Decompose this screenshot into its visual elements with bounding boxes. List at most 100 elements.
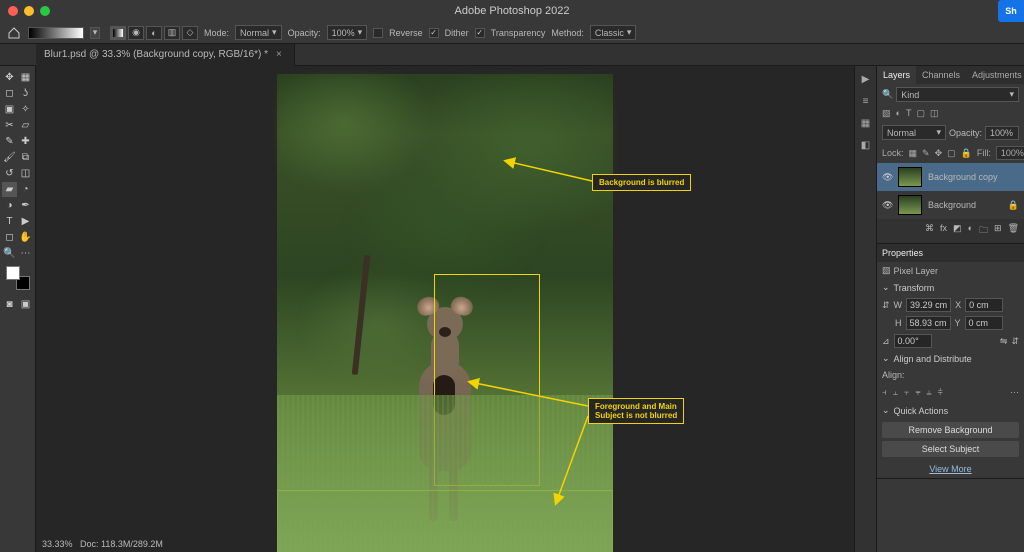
layer-filter-select[interactable]: Kind▾ (896, 87, 1019, 102)
flip-v-icon[interactable]: ⇵ (1011, 336, 1019, 347)
document-canvas[interactable] (277, 74, 613, 552)
h-input[interactable]: 58.93 cm (906, 316, 951, 330)
blend-mode-select[interactable]: Normal▾ (235, 25, 282, 40)
layer-name[interactable]: Background copy (928, 172, 998, 182)
align-top-icon[interactable]: ⫧ (915, 387, 920, 398)
gradient-radial-button[interactable]: ◉ (128, 26, 144, 40)
layer-opacity-select[interactable]: 100% (985, 126, 1019, 140)
hand-tool[interactable]: ✋ (18, 230, 33, 245)
crop-tool[interactable]: ✂ (2, 118, 17, 133)
foreground-swatch[interactable] (6, 266, 20, 280)
shape-tool[interactable]: ◻ (2, 230, 17, 245)
frame-tool[interactable]: ▱ (18, 118, 33, 133)
lock-pixels-icon[interactable]: ✎ (922, 148, 930, 159)
history-icon[interactable]: ≡ (859, 94, 873, 108)
layer-thumbnail[interactable] (898, 167, 922, 187)
transparency-check[interactable] (475, 28, 485, 38)
gradient-picker-button[interactable]: ▾ (90, 27, 100, 39)
visibility-icon[interactable]: 👁 (882, 172, 892, 183)
artboard-tool[interactable]: ▦ (18, 70, 33, 85)
swatches-icon[interactable]: ▦ (859, 116, 873, 130)
gradient-reflected-button[interactable]: ▥ (164, 26, 180, 40)
method-select[interactable]: Classic▾ (590, 25, 637, 40)
play-icon[interactable]: ▶ (859, 72, 873, 86)
fill-select[interactable]: 100% (996, 146, 1024, 160)
align-more-icon[interactable]: ⋯ (1010, 387, 1019, 398)
marquee-tool[interactable]: ◻ (2, 86, 17, 101)
lock-all-icon[interactable]: 🔒 (961, 148, 972, 159)
status-zoom[interactable]: 33.33% (42, 539, 73, 549)
filter-adjust-icon[interactable]: ◐ (896, 108, 901, 119)
align-vcenter-icon[interactable]: ⫨ (927, 387, 932, 398)
transform-section[interactable]: Transform (877, 279, 1024, 296)
eyedropper-tool[interactable]: ✎ (2, 134, 17, 149)
eraser-tool[interactable]: ◫ (18, 166, 33, 181)
mask-icon[interactable]: ◩ (953, 223, 962, 239)
screenmode-toggle[interactable]: ▣ (18, 297, 33, 312)
flip-h-icon[interactable]: ⇋ (1000, 336, 1008, 347)
lock-transparency-icon[interactable]: ▦ (909, 148, 918, 159)
gradient-preview[interactable] (28, 27, 84, 39)
gradient-angle-button[interactable]: ◐ (146, 26, 162, 40)
share-button[interactable]: Sh (998, 0, 1024, 22)
fx-icon[interactable]: fx (940, 223, 947, 239)
pen-tool[interactable]: ✒ (18, 198, 33, 213)
filter-type-icon[interactable]: T (906, 108, 912, 119)
gradient-diamond-button[interactable]: ◇ (182, 26, 198, 40)
layer-name[interactable]: Background (928, 200, 976, 210)
tab-channels[interactable]: Channels (916, 66, 966, 84)
quickmask-toggle[interactable]: ◙ (2, 297, 17, 312)
align-right-icon[interactable]: ⫟ (904, 387, 909, 398)
libraries-icon[interactable]: ◧ (859, 138, 873, 152)
select-subject-button[interactable]: Select Subject (882, 441, 1019, 457)
adjustment-icon[interactable]: ◐ (968, 223, 973, 239)
dodge-tool[interactable]: ◑ (2, 198, 17, 213)
dither-check[interactable] (429, 28, 439, 38)
layer-thumbnail[interactable] (898, 195, 922, 215)
delete-icon[interactable]: 🗑 (1008, 223, 1019, 239)
remove-background-button[interactable]: Remove Background (882, 422, 1019, 438)
y-input[interactable]: 0 cm (965, 316, 1003, 330)
link-layers-icon[interactable]: ⌘ (925, 223, 934, 239)
filter-pixel-icon[interactable]: ▧ (882, 108, 891, 119)
magic-wand-tool[interactable]: ✧ (18, 102, 33, 117)
maximize-window-button[interactable] (40, 6, 50, 16)
gradient-linear-button[interactable] (110, 26, 126, 40)
lock-position-icon[interactable]: ✥ (935, 148, 943, 159)
align-hcenter-icon[interactable]: ⫠ (893, 387, 898, 398)
layer-blend-select[interactable]: Normal▾ (882, 125, 946, 140)
filter-smart-icon[interactable]: ◫ (930, 108, 939, 119)
opacity-select[interactable]: 100%▾ (327, 25, 368, 40)
filter-shape-icon[interactable]: ▢ (916, 108, 925, 119)
blur-tool[interactable]: ◔ (18, 182, 33, 197)
path-select-tool[interactable]: ▶ (18, 214, 33, 229)
x-input[interactable]: 0 cm (965, 298, 1003, 312)
edit-toolbar[interactable]: ⋯ (18, 246, 33, 261)
new-layer-icon[interactable]: ⊞ (994, 223, 1002, 239)
history-brush-tool[interactable]: ↺ (2, 166, 17, 181)
home-icon[interactable] (6, 26, 22, 40)
layer-row[interactable]: 👁 Background copy (877, 163, 1024, 191)
object-select-tool[interactable]: ▣ (2, 102, 17, 117)
clone-tool[interactable]: ⧉ (18, 150, 33, 165)
reverse-check[interactable] (373, 28, 383, 38)
w-input[interactable]: 39.29 cm (906, 298, 951, 312)
layer-row[interactable]: 👁 Background 🔒 (877, 191, 1024, 219)
visibility-icon[interactable]: 👁 (882, 200, 892, 211)
close-window-button[interactable] (8, 6, 18, 16)
tab-layers[interactable]: Layers (877, 66, 916, 84)
zoom-tool[interactable]: 🔍 (2, 246, 17, 261)
canvas-area[interactable]: Background is blurred Foreground and Mai… (36, 66, 854, 552)
group-icon[interactable]: 🗀 (979, 223, 988, 239)
healing-tool[interactable]: ✚ (18, 134, 33, 149)
move-tool[interactable]: ✥ (2, 70, 17, 85)
lock-artboard-icon[interactable]: ▢ (947, 148, 956, 159)
align-section[interactable]: Align and Distribute (877, 350, 1024, 367)
close-tab-icon[interactable]: × (276, 49, 282, 60)
minimize-window-button[interactable] (24, 6, 34, 16)
quick-actions-section[interactable]: Quick Actions (877, 402, 1024, 419)
tab-adjustments[interactable]: Adjustments (966, 66, 1024, 84)
document-tab[interactable]: Blur1.psd @ 33.3% (Background copy, RGB/… (36, 44, 295, 66)
align-bottom-icon[interactable]: ⫩ (938, 387, 943, 398)
lasso-tool[interactable]: ʖ (18, 86, 33, 101)
